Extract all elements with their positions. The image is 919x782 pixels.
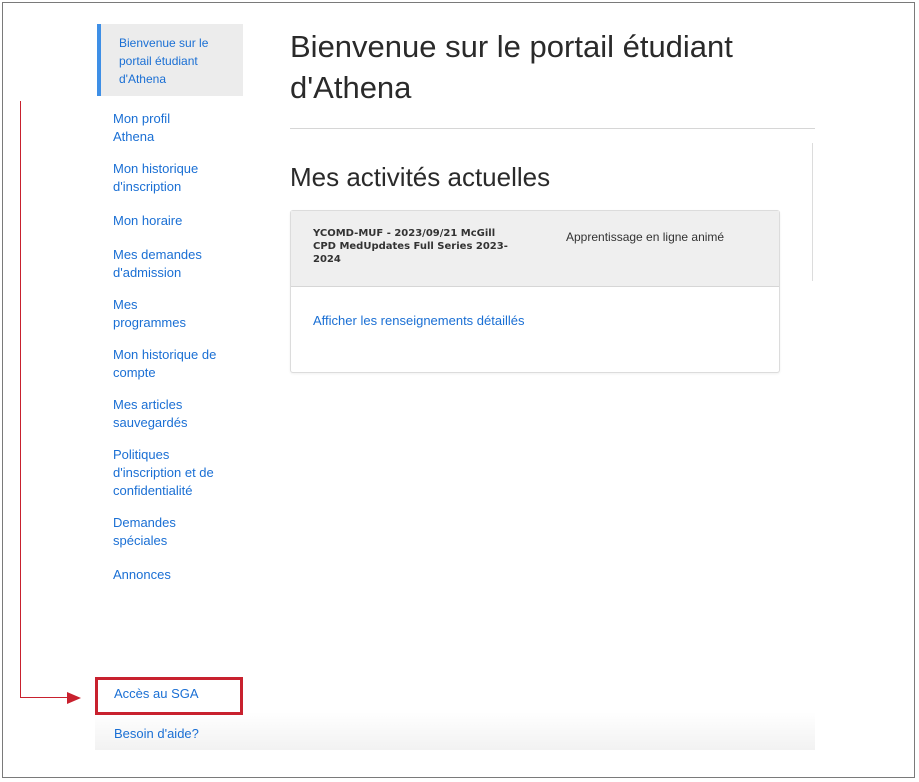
callout-arrow-head [67, 692, 81, 704]
sidebar-item-special-requests[interactable]: Demandes spéciales [97, 514, 203, 550]
callout-arrow-line [20, 101, 21, 698]
activity-type: Apprentissage en ligne animé [566, 230, 725, 244]
activity-card-header: YCOMD-MUF - 2023/09/21 McGill CPD MedUpd… [291, 211, 779, 287]
sidebar-item-announcements[interactable]: Annonces [97, 566, 243, 584]
sidebar-item-welcome[interactable]: Bienvenue sur le portail étudiant d'Athe… [97, 24, 243, 96]
sidebar-item-schedule[interactable]: Mon horaire [97, 212, 243, 230]
view-details-link[interactable]: Afficher les renseignements détaillés [313, 313, 525, 328]
callout-arrow-shaft [20, 697, 70, 698]
sidebar-item-sga-access[interactable]: Accès au SGA [114, 686, 199, 701]
sidebar-item-policies[interactable]: Politiques d'inscription et de confident… [97, 446, 238, 500]
sidebar-item-saved-articles[interactable]: Mes articles sauvegardés [97, 396, 213, 432]
sidebar-item-programs[interactable]: Mes programmes [97, 296, 203, 332]
activity-card: YCOMD-MUF - 2023/09/21 McGill CPD MedUpd… [290, 210, 780, 373]
sidebar-item-registration-history[interactable]: Mon historique d'inscription [97, 160, 223, 196]
sidebar-item-profile[interactable]: Mon profil Athena [97, 110, 213, 146]
section-title: Mes activités actuelles [290, 162, 551, 192]
sidebar-footer-strip [95, 712, 815, 750]
sidebar-nav: Bienvenue sur le portail étudiant d'Athe… [97, 24, 243, 584]
content-edge-line [812, 143, 813, 281]
title-divider [290, 128, 815, 129]
activity-name: YCOMD-MUF - 2023/09/21 McGill CPD MedUpd… [313, 228, 508, 265]
page-title: Bienvenue sur le portail étudiant d'Athe… [290, 29, 733, 105]
sidebar-item-account-history[interactable]: Mon historique de compte [97, 346, 223, 382]
sidebar-item-admission-requests[interactable]: Mes demandes d'admission [97, 246, 223, 282]
sidebar-item-help[interactable]: Besoin d'aide? [114, 726, 199, 741]
